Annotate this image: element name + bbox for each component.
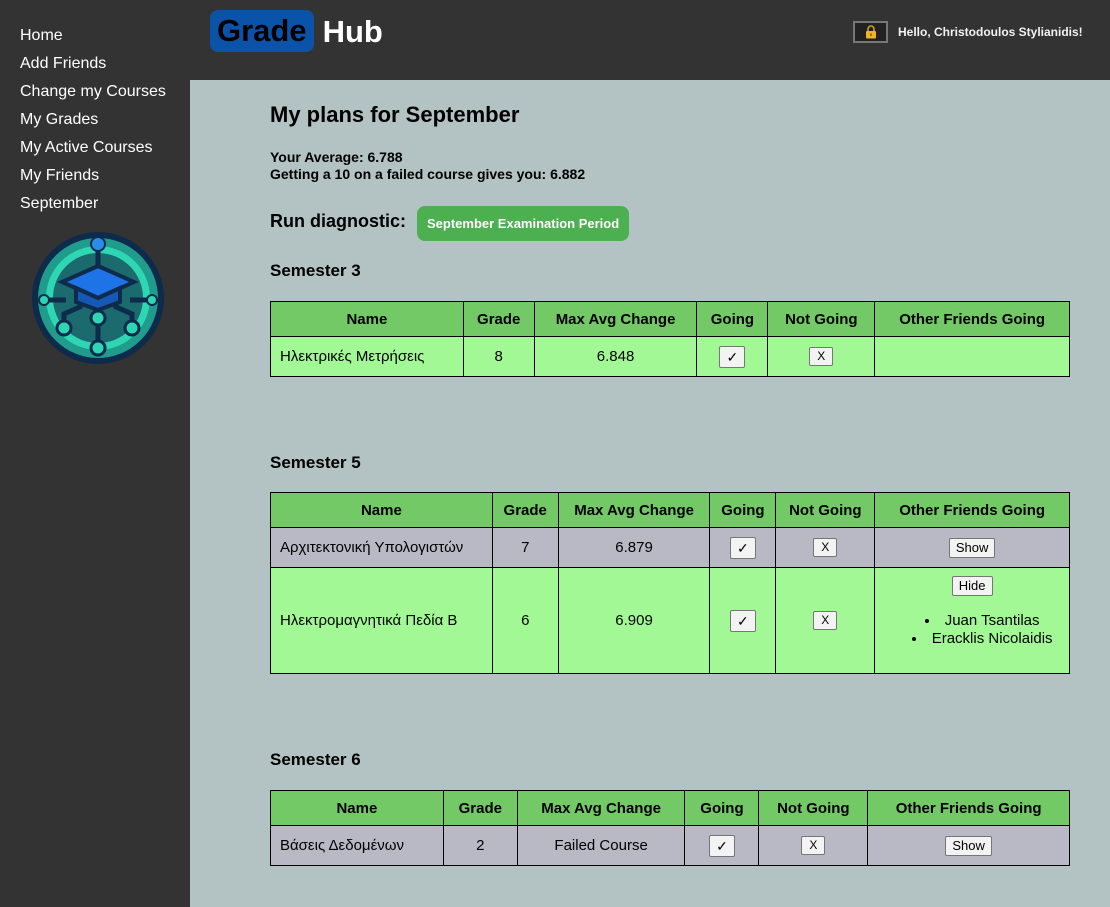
col-header-not-going: Not Going — [775, 492, 876, 528]
sidebar: Home Add Friends Change my Courses My Gr… — [0, 0, 190, 907]
going-button[interactable]: ✓ — [719, 345, 746, 368]
col-header-max-avg-change: Max Avg Change — [533, 301, 698, 337]
lock-icon — [865, 25, 876, 39]
course-name: Βάσεις Δεδομένων — [270, 825, 444, 866]
semester-6-table: Name Grade Max Avg Change Going Not Goin… — [270, 790, 1070, 866]
sidebar-item-home[interactable]: Home — [0, 26, 190, 54]
going-cell: ✓ — [709, 567, 777, 674]
table-row: Ηλεκτρομαγνητικά Πεδία Β 6 6.909 ✓ X Hid… — [270, 567, 1070, 674]
col-header-not-going: Not Going — [767, 301, 876, 337]
col-header-name: Name — [270, 790, 444, 826]
show-friends-button[interactable]: Show — [948, 537, 996, 558]
sidebar-item-add-friends[interactable]: Add Friends — [0, 54, 190, 82]
page-title: My plans for September — [270, 102, 520, 127]
average-summary: Your Average: 6.788 Getting a 10 on a fa… — [270, 149, 585, 183]
sidebar-item-change-courses[interactable]: Change my Courses — [0, 82, 190, 110]
not-going-button[interactable]: X — [813, 611, 838, 630]
not-going-cell: X — [758, 825, 869, 866]
brand-logo[interactable]: Grade Hub — [210, 10, 383, 52]
sidebar-item-my-friends[interactable]: My Friends — [0, 166, 190, 194]
brand-grade-text: Grade — [210, 10, 314, 52]
average-value: Your Average: 6.788 — [270, 149, 403, 165]
table-row: Βάσεις Δεδομένων 2 Failed Course ✓ X Sho… — [270, 825, 1070, 866]
semester-title: Semester 3 — [270, 261, 361, 280]
list-item: Eracklis Nicolaidis — [895, 630, 1069, 648]
course-name: Αρχιτεκτονική Υπολογιστών — [270, 527, 493, 568]
col-header-going: Going — [709, 492, 777, 528]
table-header-row: Name Grade Max Avg Change Going Not Goin… — [270, 790, 1070, 826]
course-grade: 2 — [442, 825, 518, 866]
course-grade: 7 — [491, 527, 559, 568]
going-cell: ✓ — [684, 825, 760, 866]
course-max-avg-change: 6.848 — [533, 336, 698, 377]
course-max-avg-change: Failed Course — [516, 825, 686, 866]
not-going-button[interactable]: X — [813, 538, 838, 557]
friends-cell: Show — [867, 825, 1070, 866]
semester-3-table: Name Grade Max Avg Change Going Not Goin… — [270, 301, 1070, 377]
semester-5-table: Name Grade Max Avg Change Going Not Goin… — [270, 492, 1070, 674]
sidebar-item-september[interactable]: September — [0, 194, 190, 222]
course-grade: 8 — [462, 336, 535, 377]
col-header-going: Going — [696, 301, 769, 337]
sidebar-link-add-friends[interactable]: Add Friends — [20, 55, 106, 72]
col-header-grade: Grade — [462, 301, 535, 337]
improvement-value: Getting a 10 on a failed course gives yo… — [270, 166, 586, 182]
going-button[interactable]: ✓ — [729, 609, 756, 632]
course-grade: 6 — [491, 567, 559, 674]
going-button[interactable]: ✓ — [729, 536, 756, 559]
sidebar-item-active-courses[interactable]: My Active Courses — [0, 138, 190, 166]
course-name: Ηλεκτρικές Μετρήσεις — [270, 336, 464, 377]
hide-friends-button[interactable]: Hide — [951, 576, 993, 596]
table-header-row: Name Grade Max Avg Change Going Not Goin… — [270, 492, 1070, 528]
user-greeting: Hello, Christodoulos Stylianidis! — [898, 25, 1083, 39]
sidebar-link-my-grades[interactable]: My Grades — [20, 111, 98, 128]
sidebar-link-my-friends[interactable]: My Friends — [20, 167, 99, 184]
col-header-max-avg-change: Max Avg Change — [557, 492, 711, 528]
col-header-going: Going — [684, 790, 760, 826]
not-going-button[interactable]: X — [809, 347, 834, 366]
brand-hub-text: Hub — [322, 13, 383, 49]
semester-title: Semester 5 — [270, 453, 361, 472]
friends-cell: Hide Juan Tsantilas Eracklis Nicolaidis — [874, 567, 1070, 674]
logout-button[interactable] — [853, 21, 888, 43]
show-friends-button[interactable]: Show — [945, 835, 992, 856]
not-going-cell: X — [775, 527, 876, 568]
sidebar-link-september[interactable]: September — [20, 195, 98, 212]
not-going-cell: X — [767, 336, 876, 377]
col-header-grade: Grade — [442, 790, 518, 826]
friends-list: Juan Tsantilas Eracklis Nicolaidis — [875, 612, 1069, 648]
course-name: Ηλεκτρομαγνητικά Πεδία Β — [270, 567, 493, 674]
col-header-max-avg-change: Max Avg Change — [516, 790, 686, 826]
table-row: Ηλεκτρικές Μετρήσεις 8 6.848 ✓ X — [270, 336, 1070, 377]
sidebar-nav: Home Add Friends Change my Courses My Gr… — [0, 0, 190, 222]
table-header-row: Name Grade Max Avg Change Going Not Goin… — [270, 301, 1070, 337]
going-button[interactable]: ✓ — [708, 834, 735, 857]
sidebar-link-home[interactable]: Home — [20, 27, 63, 44]
col-header-name: Name — [270, 301, 464, 337]
list-item: Juan Tsantilas — [895, 612, 1069, 630]
col-header-other-friends: Other Friends Going — [874, 301, 1070, 337]
table-row: Αρχιτεκτονική Υπολογιστών 7 6.879 ✓ X Sh… — [270, 527, 1070, 568]
course-max-avg-change: 6.909 — [557, 567, 711, 674]
col-header-other-friends: Other Friends Going — [867, 790, 1070, 826]
sidebar-item-my-grades[interactable]: My Grades — [0, 110, 190, 138]
friends-cell — [874, 336, 1070, 377]
diagnostic-label: Run diagnostic: — [270, 211, 406, 231]
semester-title: Semester 6 — [270, 750, 361, 769]
september-exam-period-button[interactable]: September Examination Period — [417, 206, 630, 241]
sidebar-link-active-courses[interactable]: My Active Courses — [20, 139, 152, 156]
going-cell: ✓ — [709, 527, 777, 568]
not-going-cell: X — [775, 567, 876, 674]
going-cell: ✓ — [696, 336, 769, 377]
col-header-other-friends: Other Friends Going — [874, 492, 1070, 528]
top-header: Grade Hub Hello, Christodoulos Stylianid… — [190, 0, 1110, 80]
graduation-cap-circuit-logo-icon — [32, 232, 164, 364]
col-header-grade: Grade — [491, 492, 559, 528]
course-max-avg-change: 6.879 — [557, 527, 711, 568]
col-header-not-going: Not Going — [758, 790, 869, 826]
sidebar-link-change-courses[interactable]: Change my Courses — [20, 83, 166, 100]
friends-cell: Show — [874, 527, 1070, 568]
col-header-name: Name — [270, 492, 493, 528]
not-going-button[interactable]: X — [801, 836, 826, 855]
